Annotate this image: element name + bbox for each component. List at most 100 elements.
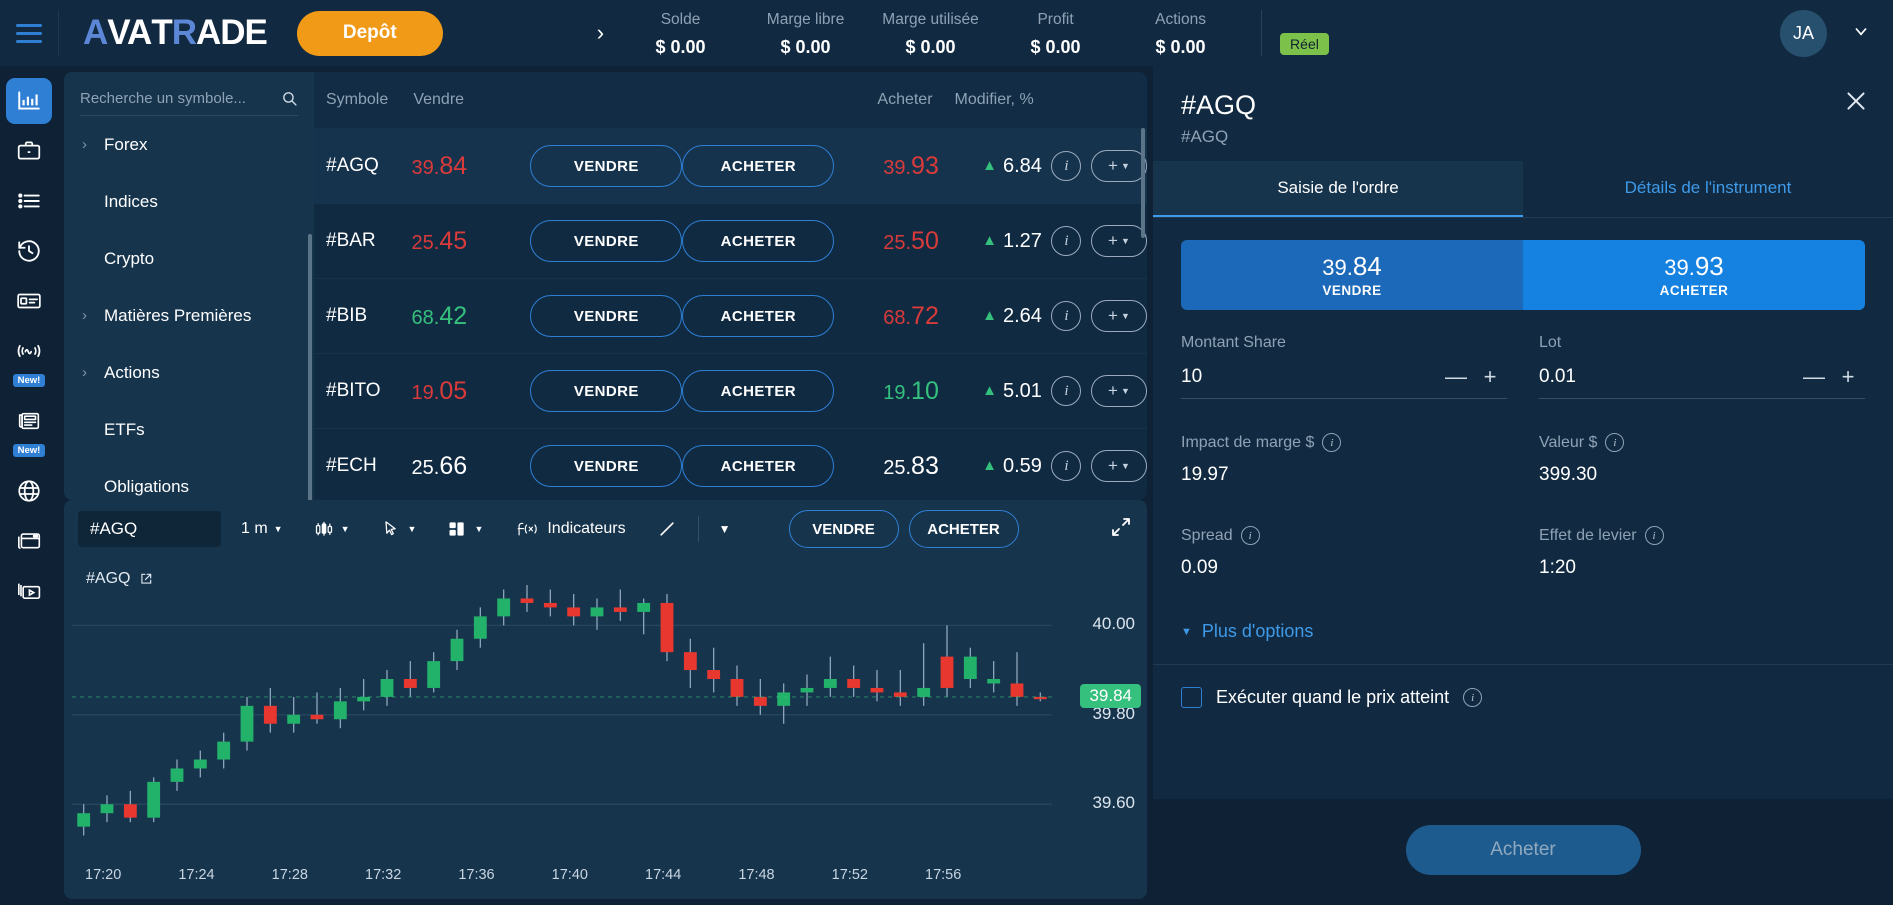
row-change: 2.64 — [1003, 305, 1042, 327]
sidebar-item-forex[interactable]: › Forex — [64, 116, 314, 173]
buy-button[interactable]: ACHETER — [682, 145, 834, 187]
info-icon[interactable]: i — [1241, 526, 1260, 545]
buy-button[interactable]: ACHETER — [682, 220, 834, 262]
expand-icon[interactable] — [1109, 515, 1133, 544]
sidebar-item-crypto[interactable]: › Crypto — [64, 230, 314, 287]
indicators-button[interactable]: Indicateurs — [503, 511, 635, 547]
chart-sell-button[interactable]: VENDRE — [789, 510, 899, 548]
info-icon[interactable]: i — [1463, 688, 1482, 707]
chevron-down-icon[interactable] — [1851, 21, 1871, 46]
cursor-tool-selector[interactable]: ▼ — [370, 511, 427, 547]
indicators-label: Indicateurs — [547, 520, 625, 538]
chevron-down-icon: ▼ — [719, 522, 731, 536]
chart-buy-button[interactable]: ACHETER — [909, 510, 1019, 548]
info-icon[interactable]: i — [1051, 376, 1081, 406]
info-icon[interactable]: i — [1051, 301, 1081, 331]
layout-selector[interactable]: ▼ — [436, 511, 493, 547]
sell-button[interactable]: VENDRE — [530, 220, 682, 262]
sidebar-item-indices[interactable]: › Indices — [64, 173, 314, 230]
buy-button[interactable]: ACHETER — [682, 295, 834, 337]
chart-plot-area[interactable]: #AGQ 40.00 39.80 39.60 39.84 17:2017:241… — [64, 558, 1147, 899]
search-icon[interactable] — [281, 90, 298, 107]
close-icon[interactable] — [1843, 88, 1869, 120]
rail-item-history[interactable] — [6, 228, 52, 274]
order-panel: #AGQ #AGQ Saisie de l'ordre Détails de l… — [1153, 66, 1893, 905]
deposit-button[interactable]: Depôt — [297, 11, 443, 56]
add-to-watchlist-button[interactable]: +▼ — [1091, 225, 1147, 257]
drawing-tools-dropdown[interactable]: ▼ — [709, 511, 741, 547]
hamburger-menu-button[interactable] — [0, 0, 58, 66]
spread-field: Spread i 0.09 — [1181, 526, 1507, 591]
rail-item-trading[interactable] — [6, 78, 52, 124]
chart-type-selector[interactable]: ▼ — [303, 511, 360, 547]
info-icon[interactable]: i — [1645, 526, 1664, 545]
amount-decrement-button[interactable]: — — [1439, 364, 1473, 390]
info-icon[interactable]: i — [1051, 451, 1081, 481]
timeframe-selector[interactable]: 1 m ▼ — [231, 511, 293, 547]
sell-button[interactable]: VENDRE — [530, 445, 682, 487]
rail-item-videos[interactable] — [6, 568, 52, 614]
sell-button[interactable]: VENDRE — [530, 295, 682, 337]
buy-button[interactable]: ACHETER — [682, 445, 834, 487]
lot-decrement-button[interactable]: — — [1797, 364, 1831, 390]
table-row[interactable]: #BIB 68.42 VENDRE ACHETER 68.72 ▲2.64 i … — [314, 278, 1147, 353]
rail-item-orders[interactable] — [6, 178, 52, 224]
sell-button[interactable]: VENDRE — [530, 145, 682, 187]
rail-item-browser[interactable] — [6, 518, 52, 564]
lot-stepper[interactable]: 0.01 — + — [1539, 364, 1865, 399]
lot-increment-button[interactable]: + — [1831, 364, 1865, 390]
rail-item-globe[interactable] — [6, 468, 52, 514]
add-to-watchlist-button[interactable]: +▼ — [1091, 450, 1147, 482]
open-external-icon[interactable] — [139, 572, 153, 586]
search-input[interactable] — [80, 90, 281, 107]
margin-impact-value: 19.97 — [1181, 464, 1507, 492]
drawing-tools-button[interactable] — [646, 511, 688, 547]
rail-item-signals[interactable] — [6, 328, 52, 374]
add-to-watchlist-button[interactable]: +▼ — [1091, 150, 1147, 182]
trigger-price-checkbox[interactable] — [1181, 687, 1202, 708]
amount-increment-button[interactable]: + — [1473, 364, 1507, 390]
info-icon[interactable]: i — [1322, 433, 1341, 452]
row-sell-price: 39.84 — [412, 157, 468, 179]
account-expand-arrow[interactable]: › — [583, 20, 618, 46]
buy-price-button[interactable]: 39.93 ACHETER — [1523, 240, 1865, 310]
rail-item-transactions[interactable] — [6, 278, 52, 324]
symbol-tree-scrollbar[interactable] — [308, 234, 312, 500]
info-icon[interactable]: i — [1051, 151, 1081, 181]
table-row[interactable]: #ECH 25.66 VENDRE ACHETER 25.83 ▲0.59 i … — [314, 428, 1147, 500]
lot-value[interactable]: 0.01 — [1539, 366, 1797, 388]
stat-marge-utilisee-value: $ 0.00 — [878, 34, 983, 60]
quotes-scrollbar[interactable] — [1141, 128, 1145, 238]
sidebar-item-etfs[interactable]: › ETFs — [64, 401, 314, 458]
add-to-watchlist-button[interactable]: +▼ — [1091, 300, 1147, 332]
signals-icon — [16, 338, 42, 364]
rail-item-portfolio[interactable] — [6, 128, 52, 174]
more-options-toggle[interactable]: ▼ Plus d'options — [1181, 621, 1865, 642]
buy-button[interactable]: ACHETER — [682, 370, 834, 412]
spread-label: Spread i — [1181, 526, 1507, 545]
table-row[interactable]: #AGQ 39.84 VENDRE ACHETER 39.93 ▲6.84 i … — [314, 128, 1147, 203]
rail-item-news[interactable] — [6, 398, 52, 444]
quantity-stepper[interactable]: 10 — + — [1181, 364, 1507, 399]
table-row[interactable]: #BITO 19.05 VENDRE ACHETER 19.10 ▲5.01 i… — [314, 353, 1147, 428]
amount-value[interactable]: 10 — [1181, 366, 1439, 388]
row-symbol: #BITO — [314, 380, 412, 402]
info-icon[interactable]: i — [1605, 433, 1624, 452]
info-icon[interactable]: i — [1051, 226, 1081, 256]
sidebar-item-obligations[interactable]: › Obligations — [64, 458, 314, 500]
tab-order-entry[interactable]: Saisie de l'ordre — [1153, 161, 1523, 217]
sidebar-item-actions[interactable]: › Actions — [64, 344, 314, 401]
sell-price-button[interactable]: 39.84 VENDRE — [1181, 240, 1523, 310]
sidebar-item-matieres-premieres[interactable]: › Matières Premières — [64, 287, 314, 344]
avatar[interactable]: JA — [1780, 10, 1827, 57]
stat-marge-libre: Marge libre $ 0.00 — [743, 6, 868, 60]
submit-order-button[interactable]: Acheter — [1406, 825, 1641, 875]
order-panel-tabs: Saisie de l'ordre Détails de l'instrumen… — [1153, 161, 1893, 218]
globe-icon — [16, 478, 42, 504]
add-to-watchlist-button[interactable]: +▼ — [1091, 375, 1147, 407]
table-row[interactable]: #BAR 25.45 VENDRE ACHETER 25.50 ▲1.27 i … — [314, 203, 1147, 278]
sidebar-item-label: Matières Premières — [104, 306, 251, 326]
chart-symbol-selector[interactable]: #AGQ — [78, 511, 221, 547]
sell-button[interactable]: VENDRE — [530, 370, 682, 412]
tab-instrument-details[interactable]: Détails de l'instrument — [1523, 161, 1893, 217]
